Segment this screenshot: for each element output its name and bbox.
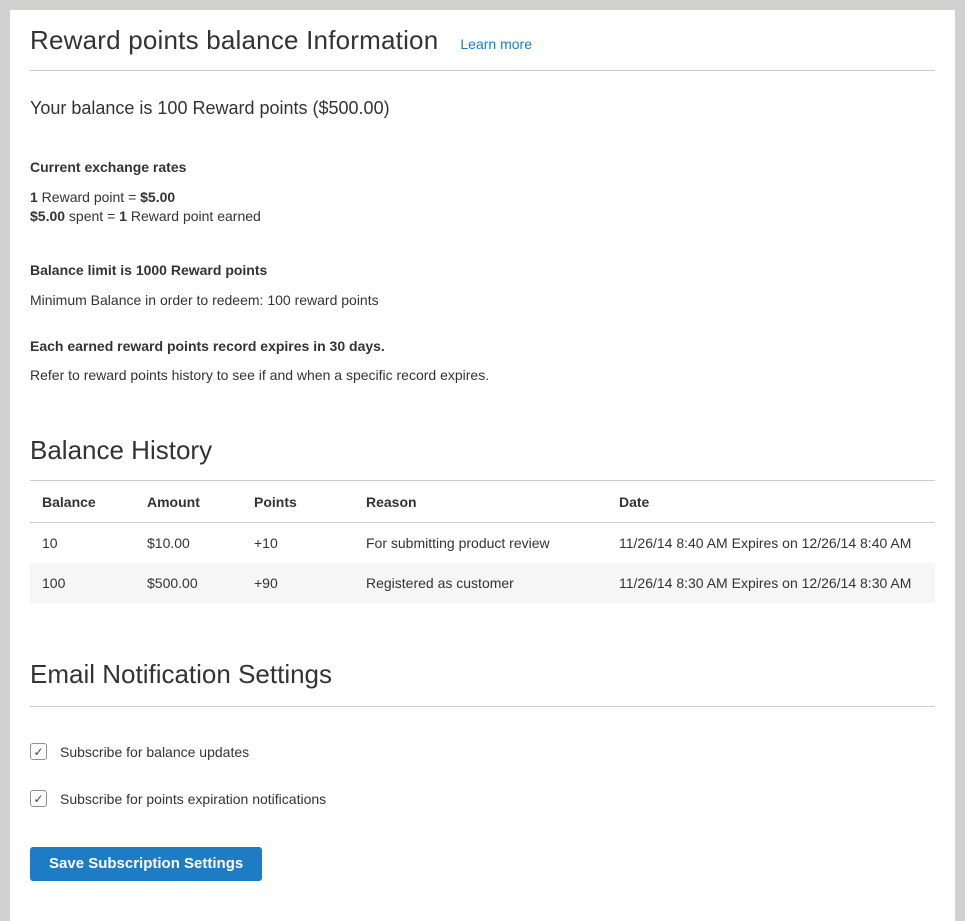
column-header-balance: Balance <box>30 481 137 523</box>
balance-updates-checkbox-label[interactable]: Subscribe for balance updates <box>60 744 249 760</box>
column-header-points: Points <box>244 481 356 523</box>
rate2-amount: $5.00 <box>30 208 65 224</box>
balance-limit-note: Balance limit is 1000 Reward points <box>30 262 935 278</box>
check-icon: ✓ <box>33 745 43 759</box>
table-row: 100 $500.00 +90 Registered as customer 1… <box>30 563 935 603</box>
cell-date: 11/26/14 8:40 AM Expires on 12/26/14 8:4… <box>609 523 935 564</box>
minimum-balance-note: Minimum Balance in order to redeem: 100 … <box>30 292 935 308</box>
page-title: Reward points balance Information <box>30 25 438 56</box>
rate1-points: 1 <box>30 189 38 205</box>
cell-reason: Registered as customer <box>356 563 609 603</box>
rate1-amount: $5.00 <box>140 189 175 205</box>
subscribe-expiration-row: ✓ Subscribe for points expiration notifi… <box>30 790 935 807</box>
rate2-suffix: Reward point earned <box>127 208 261 224</box>
expiration-notifications-checkbox-label[interactable]: Subscribe for points expiration notifica… <box>60 791 326 807</box>
column-header-amount: Amount <box>137 481 244 523</box>
table-row: 10 $10.00 +10 For submitting product rev… <box>30 523 935 564</box>
expiration-note: Each earned reward points record expires… <box>30 338 935 354</box>
check-icon: ✓ <box>33 792 43 806</box>
exchange-rates-heading: Current exchange rates <box>30 159 935 175</box>
cell-date: 11/26/14 8:30 AM Expires on 12/26/14 8:3… <box>609 563 935 603</box>
balance-history-heading: Balance History <box>30 435 935 466</box>
subscribe-balance-updates-row: ✓ Subscribe for balance updates <box>30 743 935 760</box>
rate-line-1: 1 Reward point = $5.00 <box>30 189 175 205</box>
balance-updates-checkbox[interactable]: ✓ <box>30 743 47 760</box>
rate-line-2: $5.00 spent = 1 Reward point earned <box>30 208 261 224</box>
page-header: Reward points balance Information Learn … <box>30 10 935 71</box>
cell-reason: For submitting product review <box>356 523 609 564</box>
email-notification-heading: Email Notification Settings <box>30 659 935 707</box>
cell-points: +90 <box>244 563 356 603</box>
save-subscription-settings-button[interactable]: Save Subscription Settings <box>30 847 262 881</box>
cell-points: +10 <box>244 523 356 564</box>
table-header-row: Balance Amount Points Reason Date <box>30 481 935 523</box>
learn-more-link[interactable]: Learn more <box>460 36 532 52</box>
balance-summary: Your balance is 100 Reward points ($500.… <box>30 98 935 119</box>
reward-points-card: Reward points balance Information Learn … <box>10 10 955 921</box>
cell-amount: $500.00 <box>137 563 244 603</box>
expiration-notifications-checkbox[interactable]: ✓ <box>30 790 47 807</box>
rate2-text: spent = <box>65 208 119 224</box>
column-header-reason: Reason <box>356 481 609 523</box>
expiration-hint: Refer to reward points history to see if… <box>30 367 935 383</box>
exchange-rates-lines: 1 Reward point = $5.00 $5.00 spent = 1 R… <box>30 188 935 226</box>
cell-balance: 100 <box>30 563 137 603</box>
cell-amount: $10.00 <box>137 523 244 564</box>
cell-balance: 10 <box>30 523 137 564</box>
column-header-date: Date <box>609 481 935 523</box>
rate2-points: 1 <box>119 208 127 224</box>
balance-history-table: Balance Amount Points Reason Date 10 $10… <box>30 480 935 603</box>
rate1-text: Reward point = <box>38 189 140 205</box>
